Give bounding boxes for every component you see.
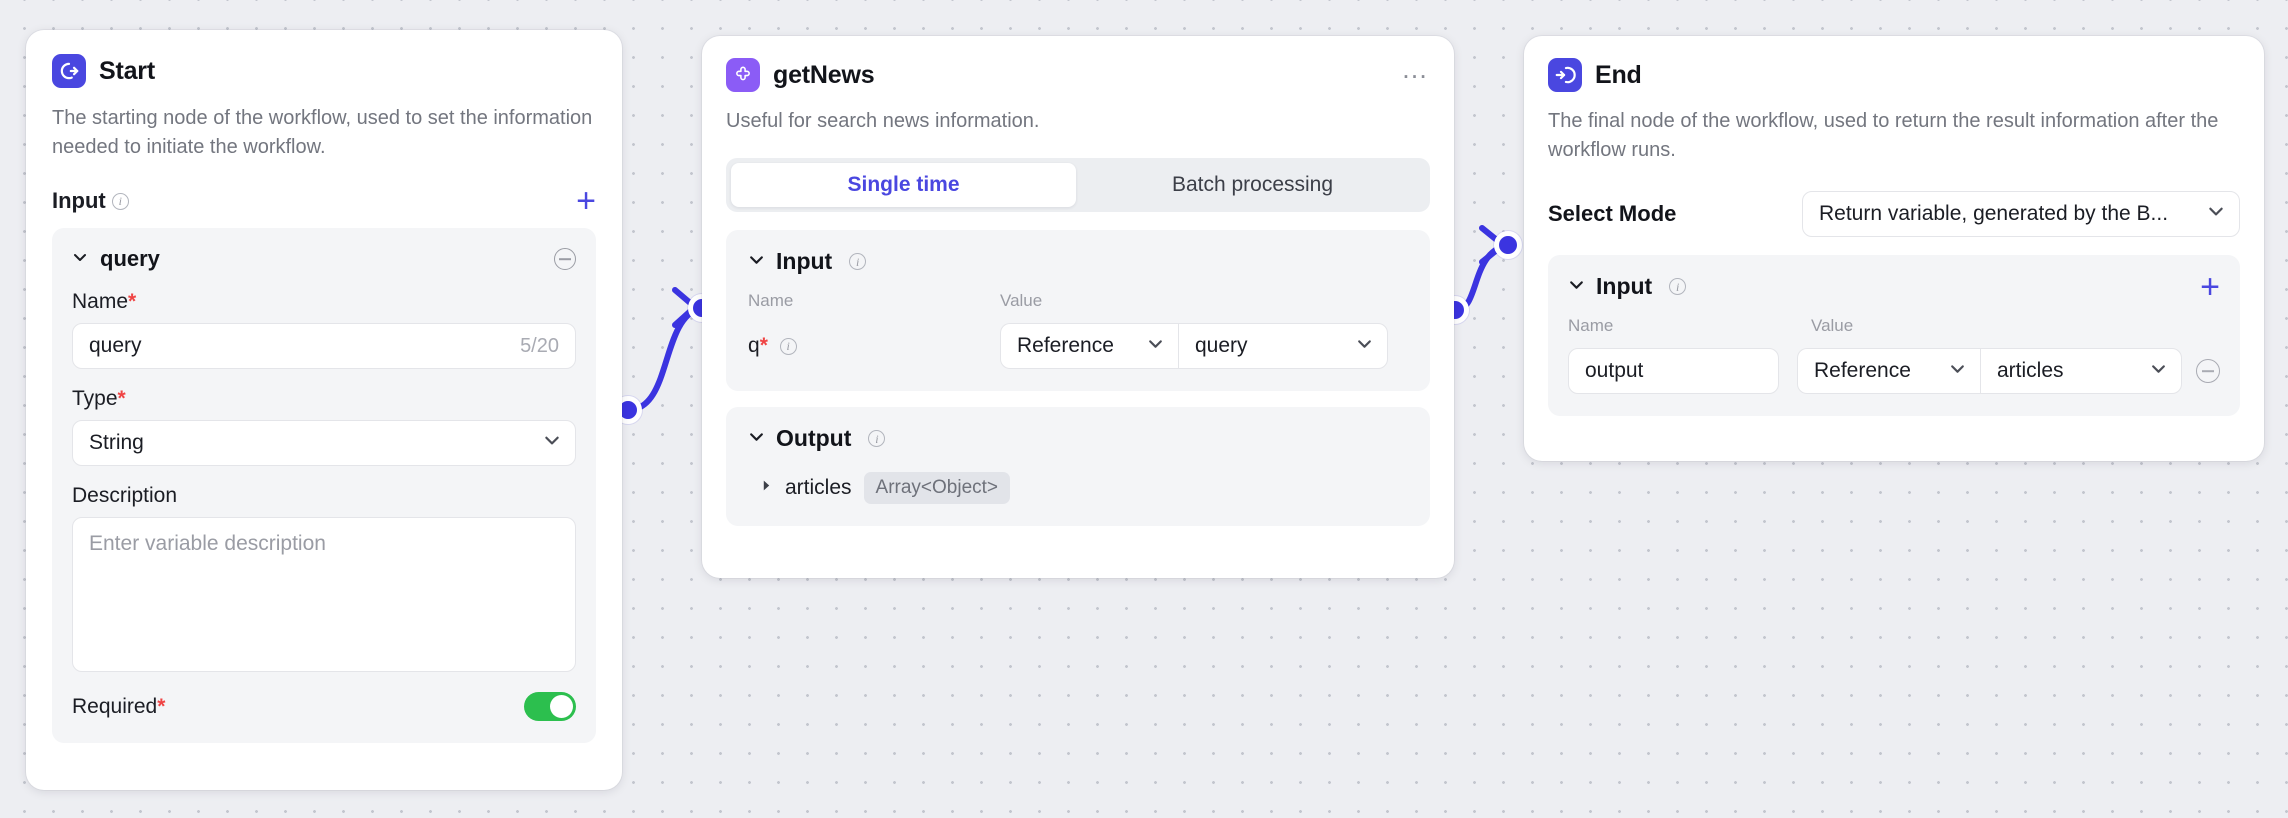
tab-batch-processing[interactable]: Batch processing — [1080, 163, 1425, 207]
info-icon[interactable]: i — [111, 192, 129, 210]
chevron-down-icon — [1939, 359, 1966, 383]
variable-required-row: Required* — [72, 692, 576, 721]
end-input-name-value: output — [1585, 359, 1644, 382]
input-value-control[interactable]: Reference query — [1000, 323, 1388, 369]
getnews-output-label: Output — [776, 425, 852, 451]
getnews-input-row: q* i Reference query — [748, 323, 1408, 369]
getnews-output-panel: Output i articles Array<Object> — [726, 407, 1430, 526]
getnews-input-header[interactable]: Input i — [748, 248, 1408, 275]
value-type-value: Reference — [1814, 359, 1911, 382]
chevron-right-icon[interactable] — [760, 479, 773, 497]
end-input-name-field[interactable]: output — [1568, 348, 1779, 394]
required-label: Required* — [72, 694, 166, 718]
end-input-panel: Input i + Name Value output Reference ar… — [1548, 255, 2240, 416]
value-reference-select[interactable]: articles — [1980, 348, 2182, 394]
chevron-down-icon[interactable] — [1568, 276, 1585, 298]
remove-variable-button[interactable] — [554, 248, 576, 270]
select-mode-dropdown[interactable]: Return variable, generated by the B... — [1802, 191, 2240, 237]
end-input-label: Input — [1596, 273, 1653, 299]
output-name: articles — [785, 476, 852, 499]
select-mode-label: Select Mode — [1548, 201, 1677, 226]
start-circle-arrow-icon — [52, 54, 86, 88]
getnews-input-panel: Input i Name Value q* i Reference query — [726, 230, 1430, 391]
getnews-input-columns: Name Value — [748, 291, 1408, 311]
info-icon[interactable]: i — [779, 337, 797, 355]
value-reference-select[interactable]: query — [1178, 323, 1388, 369]
info-icon[interactable]: i — [849, 253, 867, 270]
node-getnews[interactable]: getNews … Useful for search news informa… — [702, 36, 1454, 578]
end-node-title: End — [1595, 60, 1642, 89]
column-header-name: Name — [748, 291, 794, 310]
remove-end-input-button[interactable] — [2196, 359, 2220, 383]
chevron-down-icon[interactable] — [748, 428, 765, 450]
chevron-down-icon — [2140, 359, 2167, 383]
info-icon[interactable]: i — [868, 430, 886, 447]
type-label: Type* — [72, 387, 126, 410]
end-input-columns: Name Value — [1568, 316, 2220, 336]
add-input-button[interactable]: + — [576, 184, 596, 218]
chevron-down-icon — [1346, 334, 1373, 358]
variable-type-select[interactable]: String — [72, 420, 576, 466]
description-label: Description — [72, 484, 178, 507]
output-type-badge: Array<Object> — [863, 472, 1011, 504]
input-param-name: q* i — [748, 334, 1000, 358]
character-counter: 5/20 — [520, 334, 559, 357]
workflow-canvas[interactable]: Start The starting node of the workflow,… — [0, 0, 2288, 818]
info-icon[interactable]: i — [1669, 278, 1687, 295]
end-input-header[interactable]: Input i + — [1568, 270, 2220, 304]
end-node-header: End — [1548, 58, 2240, 92]
output-row[interactable]: articles Array<Object> — [748, 472, 1408, 504]
add-end-input-button[interactable]: + — [2200, 270, 2220, 304]
column-header-value: Value — [1000, 291, 1043, 310]
variable-name-input[interactable]: query 5/20 — [72, 323, 576, 369]
value-type-select[interactable]: Reference — [1000, 323, 1178, 369]
variable-name-group: Name* query 5/20 — [72, 290, 576, 369]
getnews-input-label: Input — [776, 248, 833, 274]
variable-name-title: query — [100, 246, 160, 271]
port-end-input[interactable] — [1494, 231, 1522, 259]
variable-type-group: Type* String — [72, 387, 576, 466]
node-start[interactable]: Start The starting node of the workflow,… — [26, 30, 622, 790]
start-input-section-header: Input i + — [52, 184, 596, 218]
end-arrow-into-circle-icon — [1548, 58, 1582, 92]
variable-name-value: query — [89, 334, 142, 357]
end-node-description: The final node of the workflow, used to … — [1548, 110, 2219, 161]
start-input-label: Input — [52, 188, 106, 213]
getnews-node-description: Useful for search news information. — [726, 110, 1040, 132]
value-type-value: Reference — [1017, 334, 1114, 357]
node-end[interactable]: End The final node of the workflow, used… — [1524, 36, 2264, 461]
node-menu-button[interactable]: … — [1401, 56, 1430, 86]
name-label: Name* — [72, 290, 137, 313]
getnews-node-header: getNews … — [726, 56, 1430, 92]
chevron-down-icon[interactable] — [748, 251, 765, 273]
getnews-output-header[interactable]: Output i — [748, 425, 1408, 452]
value-type-select[interactable]: Reference — [1797, 348, 1980, 394]
select-mode-row: Select Mode Return variable, generated b… — [1548, 191, 2240, 237]
getnews-node-title: getNews — [773, 60, 875, 89]
chevron-down-icon[interactable] — [72, 249, 88, 270]
variable-panel-header[interactable]: query — [72, 246, 576, 272]
end-input-value-control[interactable]: Reference articles — [1797, 348, 2182, 394]
variable-type-value: String — [89, 431, 144, 454]
value-reference-value: query — [1195, 334, 1248, 357]
start-node-title: Start — [99, 56, 155, 85]
start-variable-panel: query Name* query 5/20 Type* String Desc… — [52, 228, 596, 743]
column-header-name: Name — [1568, 316, 1614, 335]
plugin-puzzle-icon — [726, 58, 760, 92]
chevron-down-icon — [2197, 202, 2225, 226]
chevron-down-icon — [533, 431, 561, 455]
end-input-row: output Reference articles — [1568, 348, 2220, 394]
start-node-description: The starting node of the workflow, used … — [52, 107, 593, 158]
chevron-down-icon — [1137, 334, 1164, 358]
variable-description-textarea[interactable]: Enter variable description — [72, 517, 576, 672]
column-header-value: Value — [1811, 316, 1854, 335]
tab-single-time[interactable]: Single time — [731, 163, 1076, 207]
required-toggle[interactable] — [524, 692, 576, 721]
select-mode-value: Return variable, generated by the B... — [1819, 202, 2169, 225]
variable-description-group: Description Enter variable description — [72, 484, 576, 672]
mode-tabs[interactable]: Single time Batch processing — [726, 158, 1430, 212]
value-reference-value: articles — [1997, 359, 2064, 382]
start-node-header: Start — [52, 54, 596, 88]
